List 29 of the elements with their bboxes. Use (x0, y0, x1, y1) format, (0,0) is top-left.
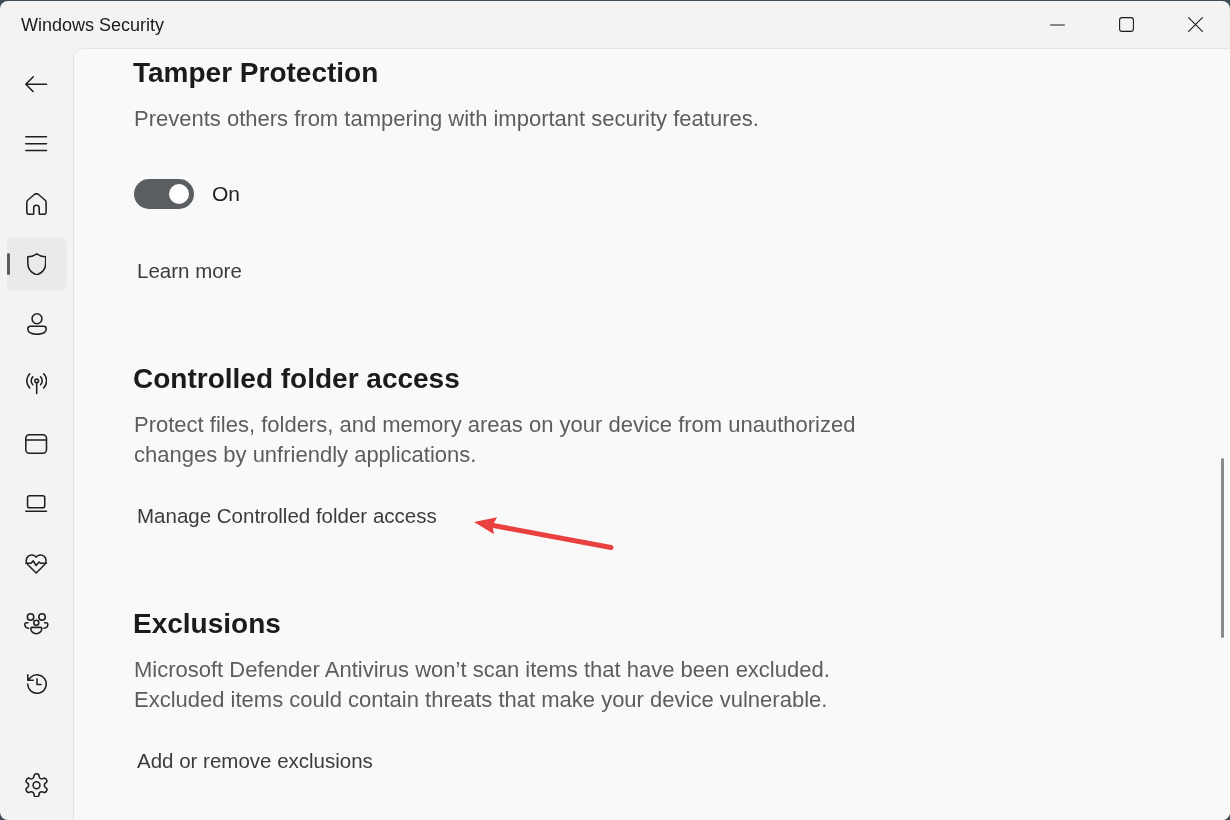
settings-icon (25, 772, 48, 798)
section-heading: Exclusions (133, 607, 281, 641)
link[interactable]: Add or remove exclusions (133, 746, 377, 776)
antenna-icon (25, 373, 48, 395)
scrollbar-thumb[interactable] (1221, 458, 1224, 638)
link[interactable]: Manage Controlled folder access (133, 501, 441, 531)
heart-pulse-icon (25, 554, 48, 574)
person-icon (26, 312, 47, 336)
nav-button[interactable] (6, 237, 67, 291)
arrow-left-icon (25, 75, 48, 93)
section-description: Prevents others from tampering with important security features. (134, 105, 759, 133)
laptop-icon (25, 495, 48, 513)
window-title: Windows Security (21, 13, 165, 36)
shield-icon (26, 252, 47, 276)
section-description: Microsoft Defender Antivirus won’t scan items that have been excluded. Excluded items could contain threats that make your device vulnerable. (134, 656, 831, 714)
window-icon (25, 434, 48, 454)
home-icon (26, 192, 47, 216)
maximize-icon (1119, 17, 1134, 32)
toggle-label: On (212, 181, 240, 207)
link[interactable]: Learn more (133, 256, 246, 286)
minimize-icon (1050, 23, 1065, 26)
section-description: Protect files, folders, and memory areas on your device from unauthorized changes by unfriendly applications. (134, 411, 857, 469)
menu-icon (25, 136, 48, 152)
close-icon (1188, 17, 1203, 32)
section-heading: Tamper Protection (133, 56, 379, 90)
history-icon (26, 674, 47, 694)
toggle-switch[interactable] (134, 179, 194, 209)
family-icon (24, 613, 49, 635)
section-heading: Controlled folder access (133, 362, 460, 396)
